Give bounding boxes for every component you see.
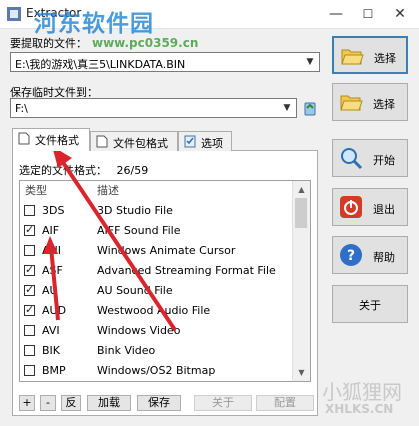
maximize-button[interactable]: ☐ bbox=[353, 0, 383, 28]
exit-button[interactable]: 退出 bbox=[332, 188, 408, 226]
format-type: AU bbox=[42, 284, 58, 297]
selected-formats-label: 选定的文件格式： 26/59 bbox=[19, 162, 148, 178]
format-description: Windows/OS2 Bitmap bbox=[97, 364, 216, 377]
load-button[interactable]: 加载 bbox=[87, 395, 131, 411]
list-item[interactable]: ANI Windows Animate Cursor bbox=[20, 241, 294, 261]
scroll-thumb[interactable] bbox=[295, 198, 307, 228]
temp-folder-value: F:\ bbox=[15, 102, 28, 115]
button-label: 选择 bbox=[374, 52, 396, 65]
add-button[interactable]: + bbox=[19, 395, 35, 411]
invert-button[interactable]: 反 bbox=[61, 395, 81, 411]
remove-button[interactable]: - bbox=[40, 395, 56, 411]
format-list[interactable]: 类型 描述 3DS 3D Studio File AIF AIFF Sound Fil… bbox=[19, 180, 311, 382]
format-checkbox[interactable] bbox=[24, 325, 35, 336]
folder-open-icon bbox=[341, 49, 364, 65]
tab-label: 选项 bbox=[201, 137, 223, 150]
selected-formats-text: 选定的文件格式： bbox=[19, 164, 107, 177]
config-button[interactable]: 配置 bbox=[256, 395, 314, 411]
watermark-brand-url: XHLKS.CN bbox=[325, 402, 394, 416]
format-description: Windows Video bbox=[97, 324, 181, 337]
minimize-button[interactable]: — bbox=[321, 0, 351, 28]
scroll-down-arrow[interactable]: ▼ bbox=[293, 364, 310, 381]
format-checkbox[interactable] bbox=[24, 283, 35, 296]
scroll-up-arrow[interactable]: ▲ bbox=[293, 181, 310, 198]
format-checkbox[interactable] bbox=[24, 245, 35, 256]
format-checkbox[interactable] bbox=[24, 223, 35, 236]
options-icon bbox=[184, 135, 196, 148]
save-button[interactable]: 保存 bbox=[137, 395, 181, 411]
list-item[interactable]: BMP Windows/OS2 Bitmap bbox=[20, 361, 294, 381]
svg-text:?: ? bbox=[347, 248, 355, 264]
power-icon bbox=[340, 196, 362, 218]
format-checkbox[interactable] bbox=[24, 205, 35, 216]
list-item[interactable]: AIF AIFF Sound File bbox=[20, 221, 294, 241]
format-type: AUD bbox=[42, 304, 67, 317]
watermark-site: 河东软件园 bbox=[34, 11, 154, 37]
list-item[interactable]: AU AU Sound File bbox=[20, 281, 294, 301]
app-icon bbox=[7, 7, 21, 21]
format-description: Advanced Streaming Format File bbox=[97, 264, 276, 277]
selected-formats-count: 26/59 bbox=[116, 164, 149, 177]
list-item[interactable]: 3DS 3D Studio File bbox=[20, 201, 294, 221]
button-label: 开始 bbox=[373, 154, 395, 167]
format-checkbox[interactable] bbox=[24, 365, 35, 376]
format-type: ASF bbox=[42, 264, 63, 277]
help-icon: ? bbox=[340, 244, 362, 266]
tab-package-formats[interactable]: 文件包格式 bbox=[90, 131, 178, 151]
source-file-combo[interactable]: E:\我的游戏\真三5\LINKDATA.BIN ▼ bbox=[10, 52, 320, 72]
list-item[interactable]: ASF Advanced Streaming Format File bbox=[20, 261, 294, 281]
temp-folder-combo[interactable]: F:\ ▼ bbox=[10, 98, 297, 118]
watermark-url: www.pc0359.cn bbox=[92, 36, 199, 50]
button-label: 选择 bbox=[373, 98, 395, 111]
browse-source-button[interactable]: 选择 bbox=[332, 36, 408, 74]
format-type: ANI bbox=[42, 244, 61, 257]
tab-label: 文件格式 bbox=[35, 134, 79, 147]
format-checkbox[interactable] bbox=[24, 303, 35, 316]
browse-temp-button[interactable]: 选择 bbox=[332, 83, 408, 121]
column-header-description[interactable]: 描述 bbox=[97, 181, 119, 201]
format-description: Bink Video bbox=[97, 344, 156, 357]
chevron-down-icon[interactable]: ▼ bbox=[301, 53, 319, 71]
button-label: 关于 bbox=[359, 299, 381, 312]
format-description: Windows Animate Cursor bbox=[97, 244, 236, 257]
format-description: AU Sound File bbox=[97, 284, 173, 297]
list-item[interactable]: AVI Windows Video bbox=[20, 321, 294, 341]
list-item[interactable]: AUD Westwood Audio File bbox=[20, 301, 294, 321]
column-header-type[interactable]: 类型 bbox=[25, 181, 47, 201]
format-description: Westwood Audio File bbox=[97, 304, 211, 317]
format-description: AIFF Sound File bbox=[97, 224, 181, 237]
tab-file-formats[interactable]: 文件格式 bbox=[12, 128, 90, 151]
button-label: 帮助 bbox=[373, 251, 395, 264]
format-type: 3DS bbox=[42, 204, 65, 217]
format-type: AIF bbox=[42, 224, 60, 237]
tab-label: 文件包格式 bbox=[113, 137, 168, 150]
about-button[interactable]: 关于 bbox=[332, 285, 408, 323]
about-small-button[interactable]: 关于 bbox=[194, 395, 252, 411]
list-scrollbar[interactable]: ▲ ▼ bbox=[292, 181, 310, 381]
source-file-value: E:\我的游戏\真三5\LINKDATA.BIN bbox=[15, 58, 186, 71]
chevron-down-icon[interactable]: ▼ bbox=[278, 99, 296, 117]
tab-options[interactable]: 选项 bbox=[178, 131, 232, 151]
magnifier-icon bbox=[341, 148, 363, 170]
start-button[interactable]: 开始 bbox=[332, 139, 408, 177]
format-checkbox[interactable] bbox=[24, 263, 35, 276]
format-type: BMP bbox=[42, 364, 66, 377]
format-checkbox[interactable] bbox=[24, 345, 35, 356]
format-type: BIK bbox=[42, 344, 61, 357]
document-icon bbox=[18, 132, 30, 145]
list-item[interactable]: BIK Bink Video bbox=[20, 341, 294, 361]
button-label: 退出 bbox=[373, 203, 395, 216]
help-button[interactable]: ? 帮助 bbox=[332, 236, 408, 274]
watermark-brand: 小狐狸网 bbox=[322, 380, 402, 404]
folder-icon bbox=[340, 95, 363, 111]
close-button[interactable]: ✕ bbox=[385, 0, 415, 28]
format-type: AVI bbox=[42, 324, 60, 337]
format-description: 3D Studio File bbox=[97, 204, 173, 217]
document-icon bbox=[96, 135, 108, 148]
recycle-icon[interactable] bbox=[301, 99, 319, 117]
